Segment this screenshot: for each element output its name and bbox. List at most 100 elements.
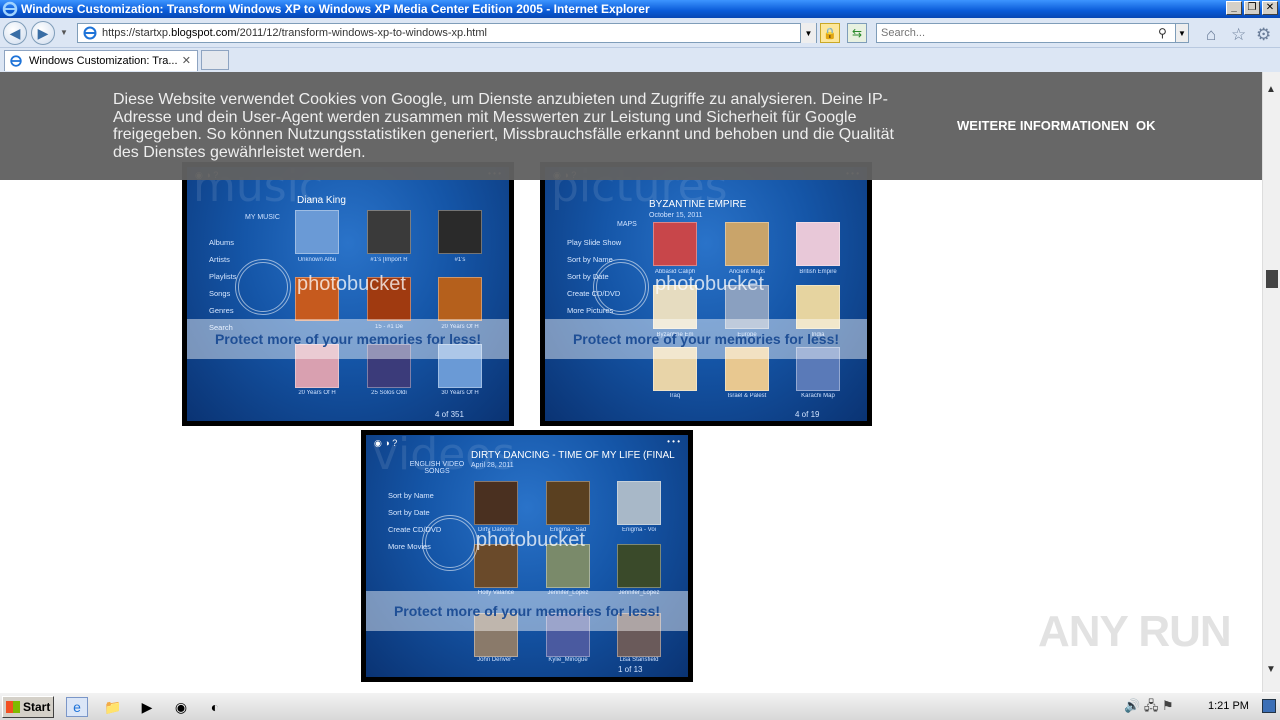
- album-tile: [295, 210, 339, 254]
- promo-text: Protect more of your memories for less!: [214, 331, 482, 347]
- history-dropdown-icon[interactable]: ▼: [60, 28, 68, 37]
- tab-active[interactable]: Windows Customization: Tra... ✕: [4, 50, 198, 71]
- taskbar-ie-icon[interactable]: e: [66, 697, 88, 717]
- lock-icon[interactable]: 🔒: [820, 23, 840, 43]
- close-button[interactable]: ✕: [1262, 1, 1278, 15]
- tab-label: Windows Customization: Tra...: [29, 55, 178, 67]
- start-button[interactable]: Start: [2, 696, 54, 718]
- picture-tile: [796, 222, 840, 266]
- album-tile: [367, 210, 411, 254]
- screen-heading: DIRTY DANCING - TIME OF MY LIFE (FINAL: [471, 450, 675, 461]
- screen-section: MAPS: [617, 221, 637, 228]
- search-icon[interactable]: ⚲: [1158, 26, 1167, 40]
- tile-caption: #1's: [454, 257, 466, 263]
- tab-close-icon[interactable]: ✕: [182, 54, 191, 67]
- favorites-star-icon[interactable]: ☆: [1231, 25, 1246, 45]
- item-counter: 4 of 19: [795, 410, 820, 419]
- tile-caption: #1's [Import R: [370, 257, 408, 263]
- tile-caption: Kylie_Minogue: [548, 657, 588, 663]
- taskbar-chrome-icon[interactable]: ◉: [170, 697, 192, 717]
- menu-item: Artists: [209, 255, 230, 264]
- menu-item: Sort by Date: [388, 508, 430, 517]
- screenshot-music[interactable]: music ◉ ◑ ? • • • Diana King MY MUSIC Al…: [182, 162, 514, 426]
- show-desktop-icon[interactable]: [1262, 699, 1276, 713]
- taskbar-media-player-icon[interactable]: ▶: [136, 697, 158, 717]
- tools-gear-icon[interactable]: ⚙: [1256, 25, 1271, 45]
- new-tab-button[interactable]: [201, 50, 229, 70]
- cookie-ok-button[interactable]: OK: [1136, 118, 1156, 133]
- tile-caption: 30 Years Of H: [441, 390, 479, 396]
- scroll-thumb[interactable]: [1266, 270, 1278, 288]
- url-path: /2011/12/transform-windows-xp-to-windows…: [236, 27, 487, 39]
- window-dots-icon: • • •: [667, 437, 680, 446]
- tile-caption: Unknown Albu: [297, 257, 337, 263]
- mce-logo-icon: ◉ ◑ ?: [374, 438, 398, 448]
- tile-caption: 20 Years Of H: [298, 390, 336, 396]
- photobucket-logo-icon: [422, 515, 478, 571]
- address-dropdown-icon[interactable]: ▼: [800, 23, 816, 43]
- item-counter: 4 of 351: [435, 410, 464, 419]
- restore-button[interactable]: ❐: [1244, 1, 1260, 15]
- photobucket-watermark: photobucket: [476, 529, 585, 551]
- screen-section: MY MUSIC: [245, 214, 280, 221]
- url-host: blogspot.com: [171, 27, 237, 39]
- search-input[interactable]: [876, 23, 1176, 43]
- taskbar-edge-icon[interactable]: ◐: [204, 697, 226, 717]
- action-center-flag-icon[interactable]: ⚑: [1162, 698, 1174, 713]
- menu-item: Albums: [209, 238, 235, 247]
- album-tile: [438, 277, 482, 321]
- back-button[interactable]: ◀: [3, 21, 27, 45]
- tile-caption: 25 Solos Oldi: [371, 390, 407, 396]
- forward-button[interactable]: ▶: [31, 21, 55, 45]
- picture-tile: [725, 222, 769, 266]
- taskbar-explorer-icon[interactable]: 📁: [102, 697, 124, 717]
- url-prefix: https://startxp.: [102, 27, 172, 39]
- compatibility-refresh-icon[interactable]: ⇆: [847, 23, 867, 43]
- address-bar[interactable]: https://startxp. blogspot.com/2011/12/tra…: [77, 23, 817, 43]
- more-info-link[interactable]: WEITERE INFORMATIONEN: [957, 118, 1129, 133]
- volume-icon[interactable]: 🔊: [1124, 698, 1140, 713]
- tile-caption: Karachi Map: [801, 393, 835, 399]
- anyrun-watermark: ANY RUN: [1038, 607, 1232, 656]
- video-tile: [546, 481, 590, 525]
- tile-caption: Israel & Palest: [727, 393, 767, 399]
- tab-favicon-icon: [10, 55, 22, 67]
- photobucket-watermark: photobucket: [297, 273, 406, 295]
- menu-item: Sort by Name: [388, 491, 434, 500]
- screen-heading: Diana King: [297, 195, 346, 206]
- minimize-button[interactable]: _: [1226, 1, 1242, 15]
- item-counter: 1 of 13: [618, 665, 643, 674]
- cookie-banner: Diese Website verwendet Cookies von Goog…: [0, 72, 1262, 180]
- navigation-bar: ◀ ▶ ▼ https://startxp. blogspot.com/2011/…: [0, 18, 1280, 48]
- photobucket-watermark: photobucket: [655, 273, 764, 295]
- back-arrow-icon: ◀: [9, 24, 21, 41]
- scroll-up-icon[interactable]: ▲: [1266, 84, 1276, 95]
- promo-band: Protect more of your memories for less!: [187, 319, 509, 359]
- screenshot-videos[interactable]: videos ◉ ◑ ? • • • DIRTY DANCING - TIME …: [361, 430, 693, 682]
- promo-text: Protect more of your memories for less!: [393, 603, 661, 619]
- vertical-scrollbar[interactable]: ▲ ▼: [1262, 72, 1280, 692]
- windows-flag-icon: [6, 701, 20, 713]
- menu-item: Genres: [209, 306, 234, 315]
- search-dropdown-icon[interactable]: ▼: [1175, 23, 1189, 43]
- promo-band: Protect more of your memories for less!: [366, 591, 688, 631]
- video-tile: [474, 481, 518, 525]
- picture-tile: [653, 222, 697, 266]
- promo-text: Protect more of your memories for less!: [572, 331, 840, 347]
- forward-arrow-icon: ▶: [37, 24, 49, 41]
- screenshot-pictures[interactable]: pictures ◉ ◑ ? • • • BYZANTINE EMPIRE Oc…: [540, 162, 872, 426]
- tile-caption: Iraq: [669, 393, 681, 399]
- photobucket-logo-icon: [593, 259, 649, 315]
- taskbar-clock[interactable]: 1:21 PM: [1208, 700, 1249, 712]
- cookie-message: Diese Website verwendet Cookies von Goog…: [113, 91, 894, 161]
- network-icon[interactable]: 🖧: [1144, 698, 1159, 713]
- ie-logo-icon: [2, 1, 18, 17]
- video-tile: [617, 544, 661, 588]
- window-titlebar: Windows Customization: Transform Windows…: [0, 0, 1280, 18]
- tile-caption: Lisa Stansfield: [619, 657, 659, 663]
- window-title: Windows Customization: Transform Windows…: [21, 2, 650, 16]
- screen-date: October 15, 2011: [649, 212, 703, 219]
- home-icon[interactable]: ⌂: [1206, 25, 1216, 45]
- scroll-down-icon[interactable]: ▼: [1266, 664, 1276, 675]
- start-label: Start: [23, 700, 51, 714]
